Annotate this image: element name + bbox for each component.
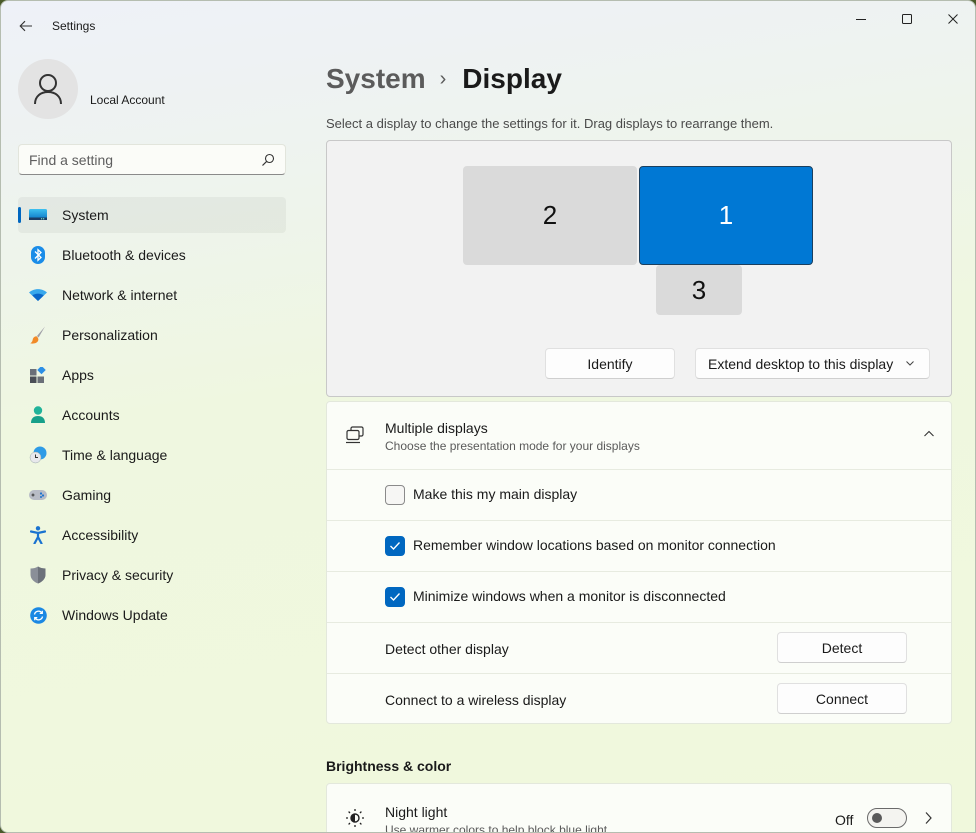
account-name: Local Account xyxy=(90,93,165,107)
sidebar-item-label: Bluetooth & devices xyxy=(62,247,186,263)
sidebar-item-network[interactable]: Network & internet xyxy=(18,277,286,313)
breadcrumb-separator-icon: › xyxy=(439,67,447,90)
maximize-icon xyxy=(902,14,912,24)
sidebar-item-privacy[interactable]: Privacy & security xyxy=(18,557,286,593)
apps-icon xyxy=(28,365,48,385)
page-title: Display xyxy=(462,63,562,94)
bluetooth-icon xyxy=(28,245,48,265)
main-display-row: Make this my main display xyxy=(327,469,951,520)
gamepad-icon xyxy=(28,485,48,505)
night-light-title: Night light xyxy=(385,804,448,820)
checkmark-icon xyxy=(390,593,400,601)
remember-locations-checkbox[interactable] xyxy=(385,536,405,556)
night-light-state: Off xyxy=(835,812,854,828)
multiple-displays-subtitle: Choose the presentation mode for your di… xyxy=(385,439,640,453)
close-icon xyxy=(948,14,958,24)
display-mode-value: Extend desktop to this display xyxy=(708,355,894,372)
display-mode-dropdown[interactable]: Extend desktop to this display xyxy=(695,348,930,379)
minimize-windows-checkbox[interactable] xyxy=(385,587,405,607)
chevron-up-icon[interactable] xyxy=(923,428,935,440)
back-arrow-icon xyxy=(19,20,32,32)
accessibility-icon xyxy=(28,525,48,545)
sidebar-nav: System Bluetooth & devices Network & int… xyxy=(18,197,286,637)
maximize-button[interactable] xyxy=(887,7,927,31)
user-icon xyxy=(34,74,62,105)
breadcrumb-parent[interactable]: System xyxy=(326,63,426,95)
settings-window: Settings Local Account System xyxy=(0,0,976,833)
sidebar-item-personalization[interactable]: Personalization xyxy=(18,317,286,353)
night-light-icon xyxy=(346,809,364,827)
sidebar-item-label: Privacy & security xyxy=(62,567,174,583)
minimize-windows-row: Minimize windows when a monitor is disco… xyxy=(327,571,951,622)
main-display-checkbox[interactable] xyxy=(385,485,405,505)
sidebar-item-system[interactable]: System xyxy=(18,197,286,233)
monitor-1[interactable]: 1 xyxy=(639,166,813,265)
brush-icon xyxy=(28,325,48,345)
wireless-display-row: Connect to a wireless display Connect xyxy=(327,673,951,724)
night-light-subtitle: Use warmer colors to help block blue lig… xyxy=(385,823,608,833)
chevron-down-icon xyxy=(906,361,914,366)
search-icon[interactable] xyxy=(261,153,275,167)
avatar[interactable] xyxy=(18,59,78,119)
sidebar-item-label: Apps xyxy=(62,367,94,383)
minimize-windows-label: Minimize windows when a monitor is disco… xyxy=(413,588,726,604)
detect-display-row: Detect other display Detect xyxy=(327,622,951,673)
connect-button[interactable]: Connect xyxy=(777,683,907,714)
night-light-toggle[interactable] xyxy=(867,808,907,828)
remember-locations-row: Remember window locations based on monit… xyxy=(327,520,951,571)
sidebar-item-accessibility[interactable]: Accessibility xyxy=(18,517,286,553)
night-light-card[interactable]: Night light Use warmer colors to help bl… xyxy=(326,783,952,833)
close-button[interactable] xyxy=(933,7,973,31)
system-icon xyxy=(28,205,48,225)
multiple-displays-title: Multiple displays xyxy=(385,420,488,436)
search-input[interactable] xyxy=(29,151,261,168)
time-language-icon xyxy=(28,445,48,465)
detect-display-label: Detect other display xyxy=(385,641,509,657)
sidebar-item-label: Accessibility xyxy=(62,527,139,543)
sidebar-item-bluetooth[interactable]: Bluetooth & devices xyxy=(18,237,286,273)
sidebar-item-label: Accounts xyxy=(62,407,120,423)
search-box xyxy=(18,144,286,175)
minimize-button[interactable] xyxy=(841,7,881,31)
multiple-displays-icon xyxy=(346,426,364,444)
wireless-display-label: Connect to a wireless display xyxy=(385,692,567,708)
sidebar-item-time-language[interactable]: Time & language xyxy=(18,437,286,473)
sidebar-item-label: Personalization xyxy=(62,327,158,343)
multiple-displays-card: Multiple displays Choose the presentatio… xyxy=(326,401,952,724)
back-button[interactable] xyxy=(13,13,39,39)
wifi-icon xyxy=(28,285,48,305)
shield-icon xyxy=(28,565,48,585)
title-bar: Settings xyxy=(1,1,975,49)
sidebar-item-gaming[interactable]: Gaming xyxy=(18,477,286,513)
brightness-section-title: Brightness & color xyxy=(326,758,452,774)
monitor-3[interactable]: 3 xyxy=(656,265,742,315)
sidebar-item-label: System xyxy=(62,207,109,223)
sidebar-item-label: Gaming xyxy=(62,487,112,503)
checkmark-icon xyxy=(390,542,400,550)
multiple-displays-header[interactable]: Multiple displays Choose the presentatio… xyxy=(327,402,951,469)
sidebar-item-apps[interactable]: Apps xyxy=(18,357,286,393)
monitor-2[interactable]: 2 xyxy=(463,166,637,265)
sidebar-item-label: Network & internet xyxy=(62,287,178,303)
app-title: Settings xyxy=(52,19,96,33)
sidebar-item-accounts[interactable]: Accounts xyxy=(18,397,286,433)
breadcrumb: System › Display xyxy=(326,59,562,99)
identify-button[interactable]: Identify xyxy=(545,348,675,379)
update-icon xyxy=(28,605,48,625)
accounts-icon xyxy=(28,405,48,425)
toggle-knob xyxy=(872,813,882,823)
remember-locations-label: Remember window locations based on monit… xyxy=(413,537,776,553)
sidebar-item-windows-update[interactable]: Windows Update xyxy=(18,597,286,633)
page-description: Select a display to change the settings … xyxy=(326,116,774,131)
sidebar-item-label: Windows Update xyxy=(62,607,168,623)
main-display-label: Make this my main display xyxy=(413,486,578,502)
detect-button[interactable]: Detect xyxy=(777,632,907,663)
minimize-icon xyxy=(856,19,866,20)
chevron-right-icon[interactable] xyxy=(923,811,933,825)
sidebar-item-label: Time & language xyxy=(62,447,168,463)
display-arrangement-panel: 2 1 3 Identify Extend desktop to this di… xyxy=(326,140,952,397)
